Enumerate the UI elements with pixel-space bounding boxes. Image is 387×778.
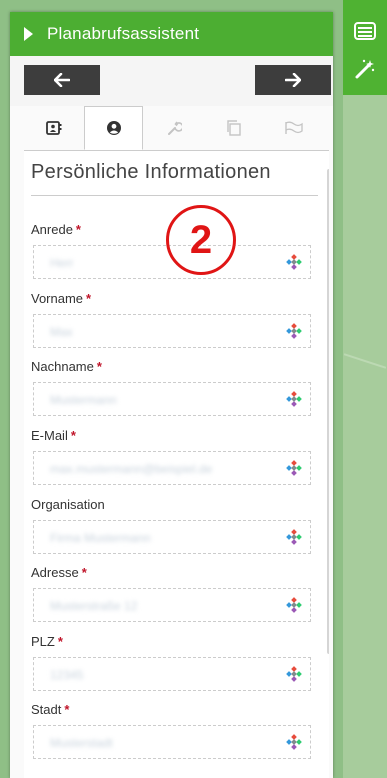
field-value: Firma Mustermann: [50, 531, 151, 545]
clear-pattern-icon[interactable]: [286, 734, 302, 750]
vorname-input[interactable]: Max: [33, 314, 311, 348]
map-road: [343, 353, 387, 369]
field-value: Max: [50, 325, 73, 339]
field-vorname: Vorname * Max: [31, 291, 319, 348]
tab-settings[interactable]: [144, 106, 203, 150]
field-label: Adresse *: [31, 565, 87, 580]
required-marker: *: [70, 428, 76, 443]
field-label: Vorname *: [31, 291, 92, 306]
required-marker: *: [75, 222, 81, 237]
clear-pattern-icon[interactable]: [286, 666, 302, 682]
field-plz: PLZ * 12345: [31, 634, 319, 691]
contact-card-icon: [45, 121, 61, 135]
copy-icon: [226, 120, 241, 136]
section-title: Persönliche Informationen: [31, 161, 271, 183]
clear-pattern-icon[interactable]: [286, 529, 302, 545]
field-nachname: Nachname * Mustermann: [31, 359, 319, 416]
scrollbar[interactable]: [327, 169, 329, 654]
field-value: Musterstraße 12: [50, 599, 138, 613]
field-value: Mustermann: [50, 393, 117, 407]
next-button[interactable]: [255, 65, 331, 95]
required-marker: *: [96, 359, 102, 374]
step-number-badge: 2: [166, 205, 236, 275]
field-label: Organisation: [31, 497, 105, 512]
required-marker: *: [86, 291, 92, 306]
tab-documents[interactable]: [204, 106, 263, 150]
stadt-input[interactable]: Musterstadt: [33, 725, 311, 759]
field-label: Nachname *: [31, 359, 102, 374]
field-email: E-Mail * max.mustermann@beispiel.de: [31, 428, 319, 485]
wrench-icon: [167, 121, 182, 135]
required-marker: *: [57, 634, 63, 649]
clear-pattern-icon[interactable]: [286, 597, 302, 613]
wizard-button[interactable]: [351, 56, 379, 82]
plz-input[interactable]: 12345: [33, 657, 311, 691]
field-value: max.mustermann@beispiel.de: [50, 462, 213, 476]
person-icon: [106, 121, 121, 135]
flag-icon: [284, 121, 303, 134]
nachname-input[interactable]: Mustermann: [33, 382, 311, 416]
field-stadt: Stadt * Musterstadt: [31, 702, 319, 759]
play-icon: [24, 27, 33, 41]
adresse-input[interactable]: Musterstraße 12: [33, 588, 311, 622]
field-value: 12345: [50, 668, 84, 682]
clear-pattern-icon[interactable]: [286, 460, 302, 476]
email-input[interactable]: max.mustermann@beispiel.de: [33, 451, 311, 485]
field-label: E-Mail *: [31, 428, 76, 443]
organisation-input[interactable]: Firma Mustermann: [33, 520, 311, 554]
required-marker: *: [64, 702, 70, 717]
clear-pattern-icon[interactable]: [286, 323, 302, 339]
field-adresse: Adresse * Musterstraße 12: [31, 565, 319, 622]
list-view-button[interactable]: [351, 18, 379, 44]
field-value: Herr: [50, 256, 74, 270]
step-tabs: [24, 106, 329, 151]
field-label: Stadt *: [31, 702, 70, 717]
tab-contact[interactable]: [24, 106, 83, 150]
wizard-panel: Planabrufsassistent Persönliche Informat…: [10, 12, 333, 778]
clear-pattern-icon[interactable]: [286, 391, 302, 407]
clear-pattern-icon[interactable]: [286, 254, 302, 270]
navigation-row: [10, 56, 333, 106]
panel-title: Planabrufsassistent: [47, 24, 200, 43]
previous-button[interactable]: [24, 65, 100, 95]
required-marker: *: [81, 565, 87, 580]
field-value: Musterstadt: [50, 736, 113, 750]
magic-wand-icon: [355, 59, 375, 79]
field-label: PLZ *: [31, 634, 63, 649]
map-area[interactable]: [343, 0, 387, 778]
tab-personal[interactable]: [84, 106, 143, 150]
list-icon: [354, 22, 376, 40]
tab-finish[interactable]: [264, 106, 323, 150]
panel-header[interactable]: Planabrufsassistent: [10, 12, 333, 56]
arrow-right-icon: [285, 73, 301, 87]
arrow-left-icon: [54, 73, 70, 87]
field-organisation: Organisation Firma Mustermann: [31, 497, 319, 554]
section-divider: [31, 195, 318, 196]
